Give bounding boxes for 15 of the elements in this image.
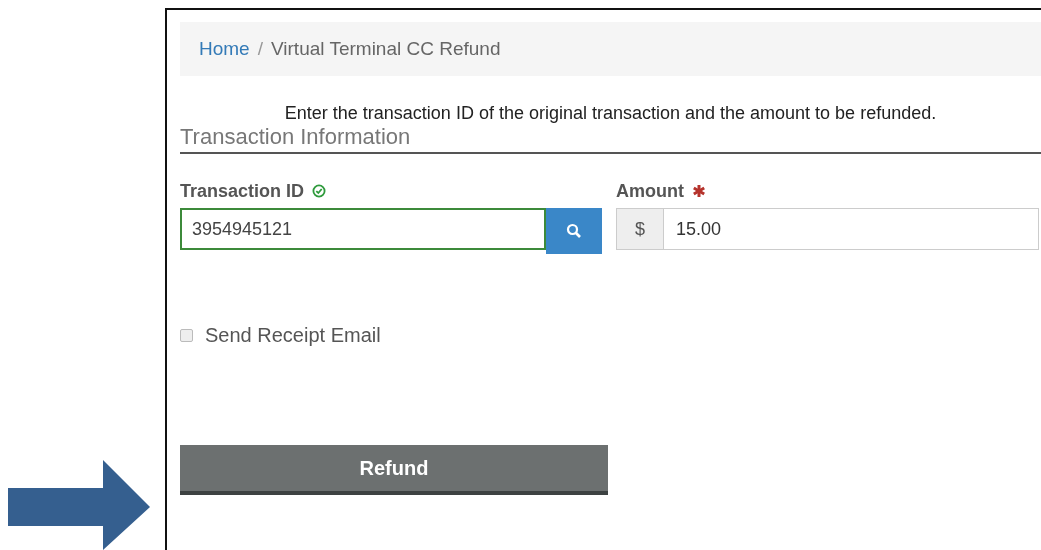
breadcrumb-separator: / <box>257 38 263 60</box>
checkbox-label: Send Receipt Email <box>205 324 381 347</box>
field-label: Transaction ID <box>180 180 305 202</box>
search-icon <box>566 223 582 239</box>
instructions-text: Enter the transaction ID of the original transaction and the amount to be refunded. <box>283 102 938 124</box>
section-title: Transaction Information <box>180 124 1041 154</box>
currency-addon: $ <box>616 208 663 250</box>
transaction-id-field[interactable]: 3954945121 <box>180 208 546 250</box>
breadcrumb-link[interactable]: Home <box>199 38 250 60</box>
breadcrumb-current: Virtual Terminal CC Refund <box>270 38 501 60</box>
refund-button[interactable]: Refund <box>180 445 608 495</box>
field-label: Amount <box>616 180 684 202</box>
search-button[interactable] <box>546 208 602 254</box>
amount-field[interactable]: 15.00 <box>663 208 1039 250</box>
checkbox[interactable] <box>180 329 193 342</box>
